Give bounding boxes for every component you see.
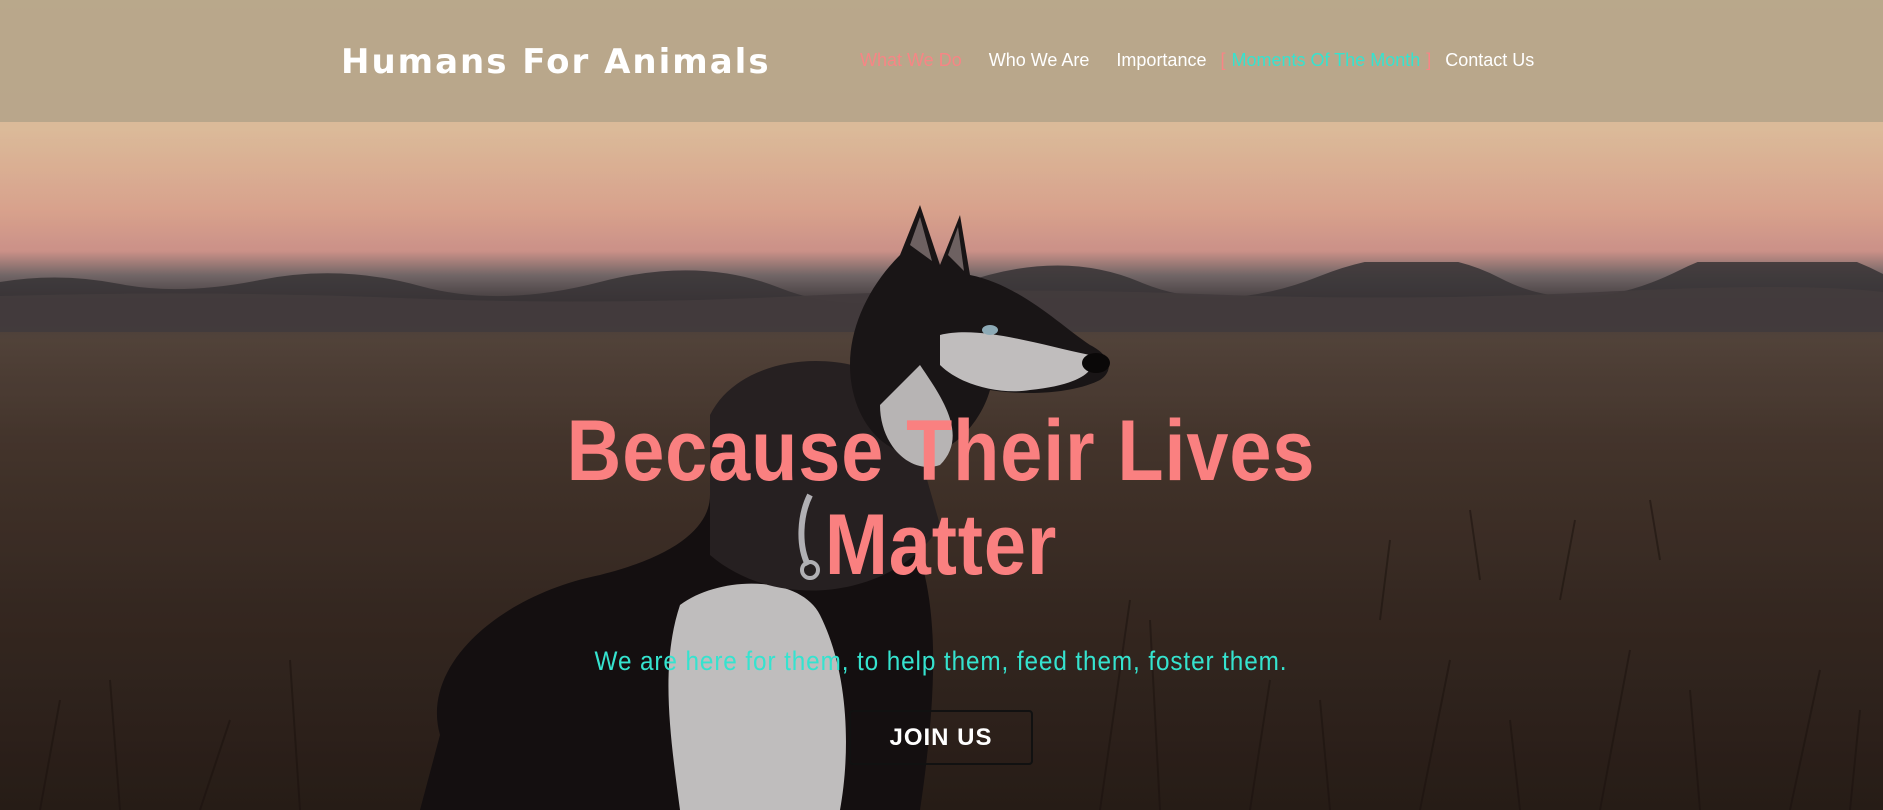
hero-title-line-1: Because Their Lives [566,403,1316,499]
nav-current-bracket-right: ] [1426,50,1432,70]
nav-current-wrapper: [ Moments Of The Month ] [1220,50,1445,71]
nav-link-moments-of-the-month[interactable]: Moments Of The Month [1231,50,1420,71]
nav-link-contact-us[interactable]: Contact Us [1445,50,1534,71]
join-us-button[interactable]: JOIN US [849,710,1033,765]
brand-logo-text[interactable]: Humans For Animals [341,42,771,82]
hero-title: Because Their Lives Matter [501,404,1381,592]
nav-link-what-we-do[interactable]: What We Do [860,50,962,71]
site-header: Humans For Animals What We Do Who We Are… [0,0,1883,122]
main-nav: What We Do Who We Are Importance [ Momen… [860,50,1561,71]
nav-link-who-we-are[interactable]: Who We Are [989,50,1090,71]
nav-current-bracket-left: [ [1220,50,1226,70]
page: Humans For Animals What We Do Who We Are… [0,0,1883,810]
hero-title-line-2: Matter [824,497,1058,593]
nav-link-importance[interactable]: Importance [1116,50,1206,71]
hero-subtitle: We are here for them, to help them, feed… [594,646,1288,676]
